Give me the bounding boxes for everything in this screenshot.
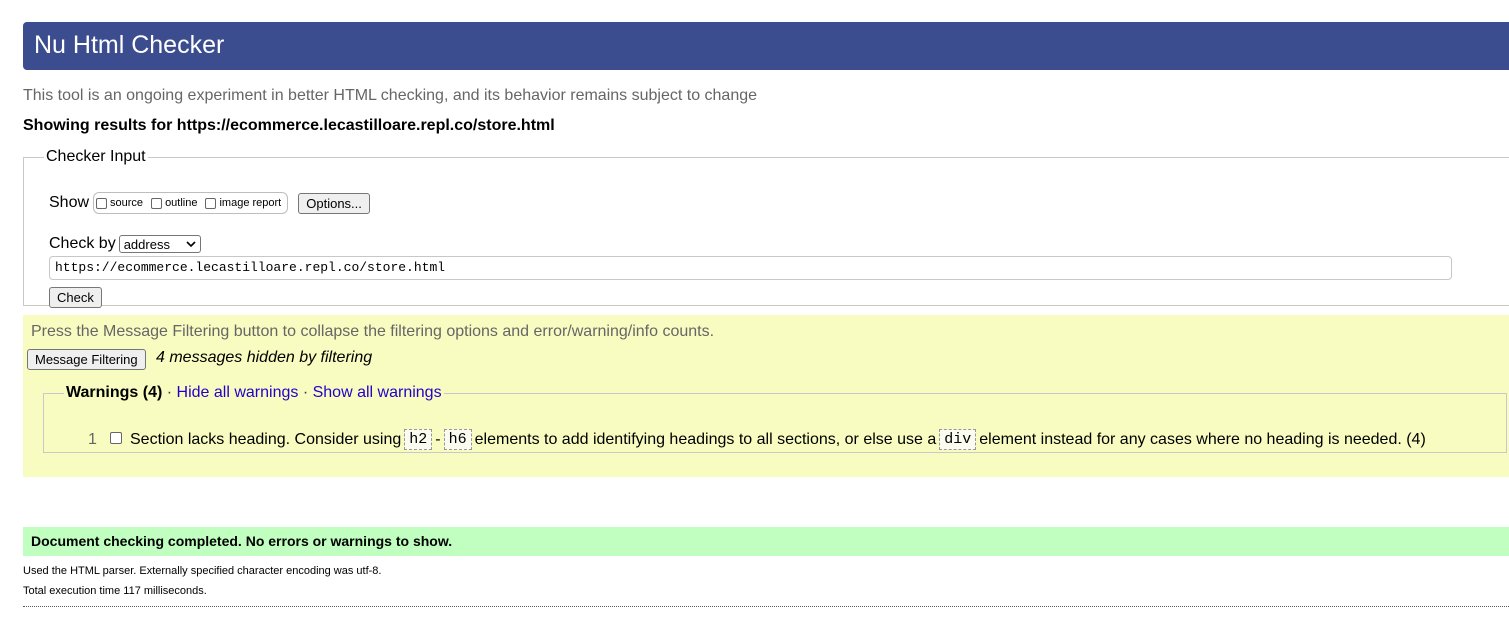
show-row: Show source outline image report Options… [49,192,370,214]
divider [23,606,1509,607]
image-report-label: image report [219,197,282,209]
warnings-count: Warnings (4) [66,384,163,401]
url-input[interactable]: https://ecommerce.lecastilloare.repl.co/… [49,256,1452,280]
show-options-group: source outline image report [93,192,289,214]
parser-note: Used the HTML parser. Externally specifi… [23,565,382,577]
message-filtering-button[interactable]: Message Filtering [27,349,146,370]
warning-text-c: element instead for any cases where no h… [979,430,1426,448]
show-label: Show [49,194,90,211]
check-button[interactable]: Check [49,287,102,308]
warnings-fieldset: Warnings (4) · Hide all warnings · Show … [43,384,1507,453]
success-message: Document checking completed. No errors o… [23,527,1509,556]
source-checkbox[interactable] [96,197,108,209]
results-url-heading: Showing results for https://ecommerce.le… [23,117,555,134]
filtering-note: Press the Message Filtering button to co… [31,323,715,340]
outline-label: outline [165,197,198,209]
check-by-select[interactable]: address [118,235,201,253]
warning-text-a: Section lacks heading. Consider using [130,430,402,448]
check-by-value: address [123,236,170,252]
show-outline-option[interactable]: outline [151,197,197,209]
separator: · [166,384,173,401]
warning-item: 1 Section lacks heading. Consider using … [88,429,1426,450]
check-by-row: Check by address [49,235,201,253]
show-source-option[interactable]: source [96,197,143,209]
show-image-report-option[interactable]: image report [205,197,281,209]
code-h6: h6 [443,429,472,450]
show-all-warnings-link[interactable]: Show all warnings [313,384,442,401]
checker-input-fieldset: Checker Input Show source outline image … [23,148,1509,308]
chevron-down-icon [186,240,196,247]
checker-input-legend: Checker Input [46,148,146,165]
source-label: source [110,197,144,209]
hidden-messages-count: 4 messages hidden by filtering [156,349,373,366]
separator: · [302,384,309,401]
warning-text-b: elements to add identifying headings to … [474,430,937,448]
options-button[interactable]: Options... [298,192,370,214]
code-h2: h2 [404,429,433,450]
app-header: Nu Html Checker [23,22,1509,70]
hide-all-warnings-link[interactable]: Hide all warnings [177,384,299,401]
warning-number: 1 [88,430,97,448]
check-by-label: Check by [49,235,116,252]
message-filtering-panel: Press the Message Filtering button to co… [23,315,1509,477]
code-div: div [939,429,977,450]
execution-time-note: Total execution time 117 milliseconds. [23,585,207,597]
warnings-legend: Warnings (4) · Hide all warnings · Show … [64,384,444,402]
page-title: Nu Html Checker [34,31,225,59]
image-report-checkbox[interactable] [205,197,217,209]
outline-checkbox[interactable] [151,197,163,209]
warning-checkbox[interactable] [110,431,122,444]
code-dash: - [435,430,441,448]
intro-text: This tool is an ongoing experiment in be… [23,87,758,104]
